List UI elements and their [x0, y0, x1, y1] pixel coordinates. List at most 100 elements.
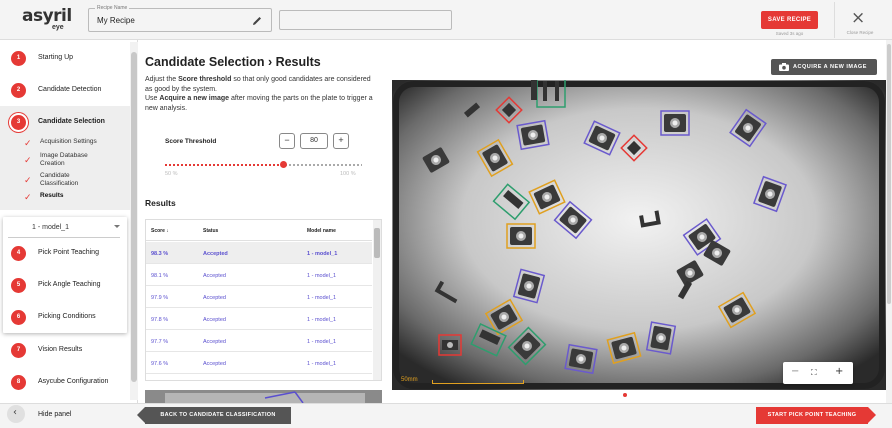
model-select[interactable]: 1 - model_1 — [3, 217, 127, 239]
check-icon: ✓ — [24, 156, 32, 166]
desc-bold: Acquire a new image — [159, 95, 230, 102]
secondary-field[interactable] — [279, 10, 452, 30]
recipe-name-label: Recipe Name — [95, 5, 130, 11]
page-scrollbar-thumb[interactable] — [887, 44, 891, 304]
desc-text: Adjust the — [145, 76, 179, 83]
header-divider — [146, 240, 372, 241]
slider-max-label: 100 % — [340, 171, 356, 177]
cell-status: Accepted — [203, 339, 226, 345]
cell-model: 1 - model_1 — [307, 339, 337, 345]
slider-min-label: 50 % — [165, 171, 178, 177]
recipe-name-value: My Recipe — [97, 16, 135, 25]
chevron-down-icon — [114, 225, 120, 228]
hide-panel-button[interactable]: ‹ — [7, 405, 25, 423]
substep-label: Image Database Creation — [40, 152, 88, 167]
camera-image-view[interactable] — [392, 80, 886, 390]
step-number: 5 — [11, 278, 26, 293]
cell-status: Accepted — [203, 273, 226, 279]
cell-score: 98.1 % — [151, 273, 169, 279]
step-label: Picking Conditions — [38, 313, 96, 320]
app-header: asyril eye Recipe Name My Recipe SAVE RE… — [0, 0, 892, 40]
substep-candidate-classification[interactable]: ✓ Candidate Classification — [24, 172, 130, 190]
score-slider-handle[interactable] — [279, 161, 287, 168]
start-button-label: START PICK POINT TEACHING — [767, 412, 857, 418]
step-number: 6 — [11, 310, 26, 325]
column-header-status[interactable]: Status — [203, 228, 218, 234]
zoom-controls: − ⛶ + — [783, 362, 853, 384]
camera-icon — [779, 63, 789, 71]
scalebar-label: 50mm — [401, 377, 418, 383]
score-increment-button[interactable]: + — [333, 133, 349, 149]
cell-status: Accepted — [203, 251, 228, 257]
logo-subtext: eye — [52, 24, 64, 31]
step-candidate-detection[interactable]: 2 Candidate Detection — [0, 74, 130, 106]
cell-score: 97.8 % — [151, 317, 169, 323]
zoom-fit-icon[interactable]: ⛶ — [811, 368, 817, 378]
cell-status: Accepted — [203, 295, 226, 301]
step-label: Vision Results — [38, 346, 83, 353]
desc-text: Use — [145, 95, 160, 102]
close-recipe-label: Close Recipe — [846, 30, 874, 35]
save-recipe-button[interactable]: SAVE RECIPE — [761, 11, 818, 29]
step-number: 4 — [11, 246, 26, 261]
page-title: Candidate Selection › Results — [145, 55, 321, 69]
step-label: Candidate Selection — [38, 118, 105, 125]
step-number: 8 — [11, 375, 26, 390]
substep-results[interactable]: ✓ Results — [24, 192, 130, 203]
recipe-name-field[interactable]: Recipe Name My Recipe — [88, 5, 272, 32]
zoom-in-icon[interactable]: + — [835, 366, 843, 377]
step-vision-results[interactable]: 7 Vision Results — [0, 334, 130, 366]
step-pick-point-teaching[interactable]: 4 Pick Point Teaching — [3, 237, 127, 269]
cell-model: 1 - model_1 — [307, 361, 337, 367]
acquire-new-image-button[interactable]: ACQUIRE A NEW IMAGE — [771, 59, 877, 75]
close-recipe-button[interactable]: × Close Recipe — [834, 2, 884, 38]
page-description: Adjust the Score threshold so that only … — [145, 75, 380, 113]
step-asycube-configuration[interactable]: 8 Asycube Configuration — [0, 366, 130, 398]
step-label: Pick Point Teaching — [38, 249, 99, 256]
step-number: 2 — [11, 83, 26, 98]
step-picking-conditions[interactable]: 6 Picking Conditions — [3, 301, 127, 333]
table-row[interactable]: 98.1 % Accepted 1 - model_1 — [146, 264, 372, 286]
table-row[interactable]: 97.9 % Accepted 1 - model_1 — [146, 286, 372, 308]
start-pick-point-teaching-button[interactable]: START PICK POINT TEACHING — [756, 407, 876, 424]
asyril-logo: asyril eye — [22, 6, 82, 36]
table-row[interactable]: 97.8 % Accepted 1 - model_1 — [146, 308, 372, 330]
score-threshold-input[interactable]: 80 — [300, 133, 328, 149]
cell-model: 1 - model_1 — [307, 295, 337, 301]
logo-text: asyril — [22, 6, 72, 26]
table-row[interactable]: 98.3 % Accepted 1 - model_1 — [146, 242, 372, 264]
hide-panel-label[interactable]: Hide panel — [38, 411, 71, 418]
step-number: 7 — [11, 343, 26, 358]
substep-label: Acquisition Settings — [40, 138, 97, 145]
desc-bold: Score threshold — [178, 76, 232, 83]
sidebar-scrollbar-thumb[interactable] — [131, 52, 137, 382]
pencil-icon[interactable] — [251, 15, 263, 27]
table-row[interactable]: 97.7 % Accepted 1 - model_1 — [146, 330, 372, 352]
back-button-label: BACK TO CANDIDATE CLASSIFICATION — [160, 412, 276, 418]
step-label: Asycube Configuration — [38, 378, 109, 385]
cell-score: 97.9 % — [151, 295, 169, 301]
step-starting-up[interactable]: 1 Starting Up — [0, 42, 130, 74]
score-decrement-button[interactable]: − — [279, 133, 295, 149]
column-header-model[interactable]: Model name — [307, 228, 336, 234]
saved-status: Saved 3s ago — [775, 31, 804, 36]
step-pick-angle-teaching[interactable]: 5 Pick Angle Teaching — [3, 269, 127, 301]
substep-image-database-creation[interactable]: ✓ Image Database Creation — [24, 152, 130, 170]
back-to-candidate-classification-button[interactable]: BACK TO CANDIDATE CLASSIFICATION — [137, 407, 291, 424]
scalebar — [432, 380, 524, 384]
zoom-out-icon[interactable]: − — [791, 366, 799, 377]
column-header-score[interactable]: Score ↓ — [151, 228, 169, 234]
table-row[interactable]: 97.6 % Accepted 1 - model_1 — [146, 352, 372, 374]
acquire-button-label: ACQUIRE A NEW IMAGE — [793, 64, 867, 70]
score-slider-fill — [165, 164, 284, 166]
check-icon: ✓ — [24, 193, 32, 203]
table-scrollbar-thumb[interactable] — [374, 228, 380, 258]
chevron-left-icon: ‹ — [13, 407, 17, 418]
step-number: 1 — [11, 51, 26, 66]
cell-score: 98.3 % — [151, 251, 169, 257]
cell-score: 97.6 % — [151, 361, 169, 367]
substep-acquisition-settings[interactable]: ✓ Acquisition Settings — [24, 138, 130, 149]
cell-model: 1 - model_1 — [307, 317, 337, 323]
image-page-indicator[interactable] — [623, 393, 627, 397]
check-icon: ✓ — [24, 176, 32, 186]
